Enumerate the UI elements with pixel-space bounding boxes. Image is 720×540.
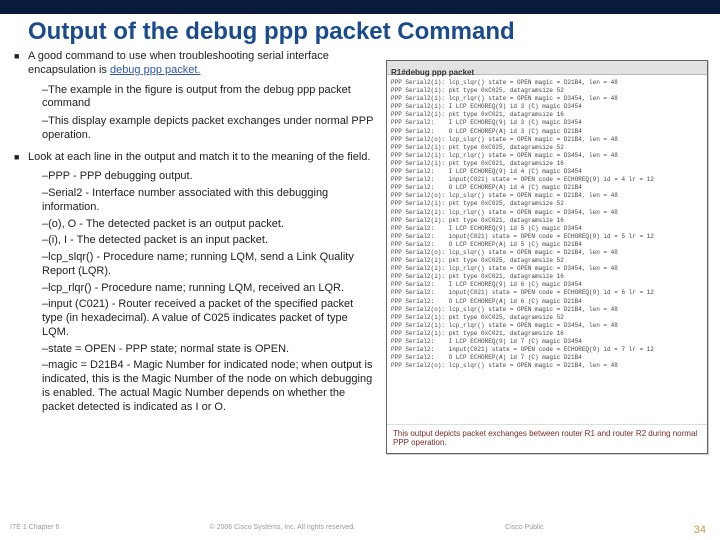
bullet-2-sub-3: (i), I - The detected packet is an input… <box>14 234 374 248</box>
bullet-2-sub-8: magic = D21B4 - Magic Number for indicat… <box>14 359 374 414</box>
bullet-1: A good command to use when troubleshooti… <box>14 50 374 78</box>
bullet-2-sub-0: PPP - PPP debugging output. <box>14 170 374 184</box>
bullet-2-sub-2: (o), O - The detected packet is an outpu… <box>14 218 374 232</box>
bullet-1-highlight: debug ppp packet. <box>110 64 201 76</box>
slide: Output of the debug ppp packet Command A… <box>0 0 720 540</box>
bullet-2-sub-7: state = OPEN - PPP state; normal state i… <box>14 343 374 357</box>
bullet-2-sub-1: Serial2 - Interface number associated wi… <box>14 187 374 215</box>
content-column: A good command to use when troubleshooti… <box>14 50 374 530</box>
footer-left: ITE 1 Chapter 6 <box>10 524 59 536</box>
figure-caption: This output depicts packet exchanges bet… <box>387 424 707 453</box>
bullet-1-sub-1: This display example depicts packet exch… <box>14 115 374 143</box>
footer: ITE 1 Chapter 6 © 2006 Cisco Systems, In… <box>10 524 710 536</box>
figure-body: PPP Serial2(i): lcp_slqr() state = OPEN … <box>387 75 707 417</box>
bullet-2-sub-5: lcp_rlqr() - Procedure name; running LQM… <box>14 282 374 296</box>
footer-mid: © 2006 Cisco Systems, Inc. All rights re… <box>209 524 355 536</box>
figure-header-text: R1#debug ppp packet <box>391 68 474 77</box>
bullet-2: Look at each line in the output and matc… <box>14 151 374 165</box>
bullet-1-sub-0: The example in the figure is output from… <box>14 84 374 112</box>
slide-title: Output of the debug ppp packet Command <box>28 18 515 46</box>
top-bar <box>0 0 720 14</box>
figure-header: R1#debug ppp packet <box>387 61 707 75</box>
bullet-2-sub-6: input (C021) - Router received a packet … <box>14 298 374 339</box>
page-number: 34 <box>694 524 706 536</box>
bullet-2-sub-4: lcp_slqr() - Procedure name; running LQM… <box>14 251 374 279</box>
bullet-2-text: Look at each line in the output and matc… <box>28 151 370 163</box>
figure-panel: R1#debug ppp packet PPP Serial2(i): lcp_… <box>386 60 708 454</box>
footer-right: Cisco Public <box>505 524 544 536</box>
